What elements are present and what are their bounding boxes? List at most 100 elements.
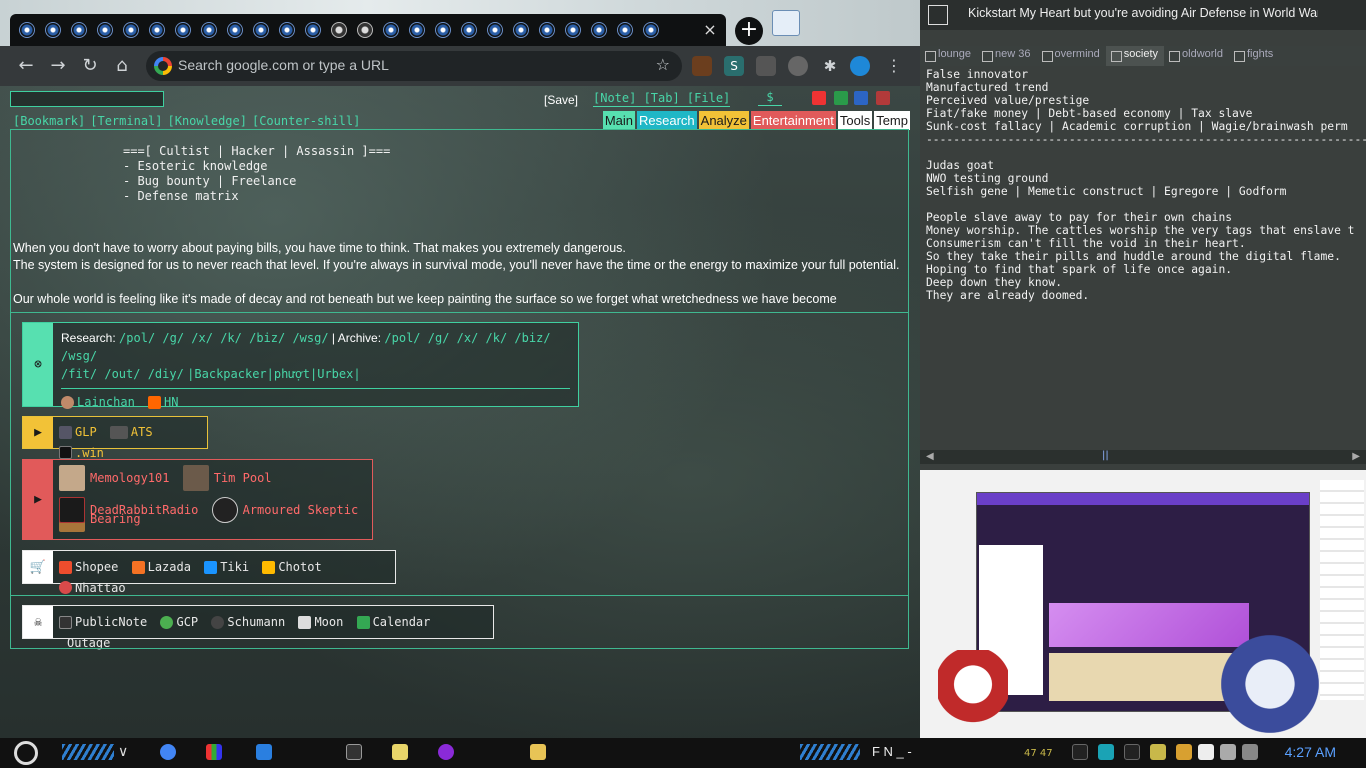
wordpress-icon[interactable] bbox=[854, 91, 868, 105]
tab-overmind[interactable]: overmind bbox=[1037, 46, 1106, 66]
tray-app-icon[interactable] bbox=[1124, 744, 1140, 760]
address-bar[interactable]: Search google.com or type a URL ☆ bbox=[146, 51, 682, 81]
pinned-tab[interactable] bbox=[508, 14, 534, 46]
pinned-tab[interactable] bbox=[40, 14, 66, 46]
lainchan-link[interactable]: Lainchan bbox=[61, 393, 135, 411]
shield-taskbar-icon[interactable] bbox=[256, 744, 272, 760]
pinned-tab[interactable] bbox=[482, 14, 508, 46]
ats-link[interactable]: ATS bbox=[109, 423, 153, 441]
extension-icon[interactable] bbox=[788, 56, 808, 76]
site-links[interactable]: |Backpacker|phượt|Urbex| bbox=[187, 367, 360, 381]
horizontal-scrollbar[interactable]: ◀ || ▶ bbox=[920, 450, 1366, 464]
pinned-tab[interactable] bbox=[534, 14, 560, 46]
ublock-icon[interactable] bbox=[756, 56, 776, 76]
tray-app-icon[interactable] bbox=[1150, 744, 1166, 760]
archive-board-links-extra[interactable]: /fit/ /out/ /diy/ bbox=[61, 367, 184, 381]
scroll-left-icon[interactable]: ◀ bbox=[926, 451, 934, 462]
lazada-link[interactable]: Lazada bbox=[131, 558, 191, 576]
pinned-tab[interactable] bbox=[92, 14, 118, 46]
menu-kebab-icon[interactable]: ⋮ bbox=[884, 56, 904, 76]
moon-link[interactable]: Moon bbox=[298, 613, 343, 631]
pinned-tab[interactable] bbox=[300, 14, 326, 46]
tab-fights[interactable]: fights bbox=[1229, 46, 1279, 66]
clock[interactable]: 4:27 AM bbox=[1285, 744, 1336, 760]
pinned-tab[interactable] bbox=[222, 14, 248, 46]
terminal-link[interactable]: [Terminal] bbox=[90, 114, 162, 128]
pinned-tab[interactable] bbox=[248, 14, 274, 46]
tab-lounge[interactable]: lounge bbox=[920, 46, 977, 66]
tab-analyze[interactable]: Analyze bbox=[698, 111, 749, 130]
volume-icon[interactable] bbox=[1220, 744, 1236, 760]
note-tab-file-links[interactable]: [Note] [Tab] [File] bbox=[593, 91, 731, 107]
pinned-tab[interactable] bbox=[586, 14, 612, 46]
tab-main[interactable]: Main bbox=[602, 111, 636, 130]
tim-pool-link[interactable]: Tim Pool bbox=[182, 462, 272, 494]
tab-new-36[interactable]: new 36 bbox=[977, 46, 1036, 66]
notes-taskbar-icon[interactable] bbox=[392, 744, 408, 760]
app-taskbar-icon[interactable] bbox=[206, 744, 222, 760]
grid-icon[interactable] bbox=[834, 91, 848, 105]
publicnote-link[interactable]: PublicNote bbox=[59, 613, 147, 631]
pinned-tab[interactable] bbox=[638, 14, 664, 46]
pinned-tab[interactable] bbox=[378, 14, 404, 46]
nhattao-link[interactable]: Nhattao bbox=[59, 579, 126, 597]
pinned-tab[interactable] bbox=[560, 14, 586, 46]
puzzle-extensions-icon[interactable]: ✱ bbox=[820, 56, 840, 76]
back-arrow-icon[interactable]: ← bbox=[14, 54, 38, 78]
pinned-tab[interactable] bbox=[456, 14, 482, 46]
hn-link[interactable]: HN bbox=[148, 393, 178, 411]
counter-shill-link[interactable]: [Counter-shill] bbox=[252, 114, 360, 128]
pinned-tab[interactable] bbox=[404, 14, 430, 46]
tab-temp[interactable]: Temp bbox=[874, 111, 910, 130]
cookie-extension-icon[interactable] bbox=[692, 56, 712, 76]
media-player-taskbar-icon[interactable] bbox=[438, 744, 454, 760]
network-icon[interactable] bbox=[1242, 744, 1258, 760]
shopee-link[interactable]: Shopee bbox=[59, 558, 118, 576]
terminal-taskbar-icon[interactable] bbox=[346, 744, 362, 760]
scroll-thumb[interactable]: || bbox=[1102, 450, 1109, 461]
youtube-icon[interactable] bbox=[812, 91, 826, 105]
armoured-skeptic-link[interactable]: Armoured Skeptic bbox=[211, 494, 358, 526]
profile-avatar[interactable] bbox=[850, 56, 870, 76]
tab-entertainment[interactable]: Entertainment bbox=[750, 111, 836, 130]
netflix-icon[interactable] bbox=[876, 91, 890, 105]
notes-text[interactable]: False innovator Manufactured trend Perce… bbox=[926, 68, 1366, 302]
save-link[interactable]: [Save] bbox=[544, 93, 578, 107]
folder-taskbar-icon[interactable] bbox=[530, 744, 546, 760]
calendar-link[interactable]: Calendar bbox=[356, 613, 430, 631]
pinned-tab[interactable] bbox=[326, 14, 352, 46]
pinned-tab[interactable] bbox=[118, 14, 144, 46]
tiki-link[interactable]: Tiki bbox=[204, 558, 249, 576]
s-extension-icon[interactable]: S bbox=[724, 56, 744, 76]
close-tab-icon[interactable]: × bbox=[700, 20, 720, 40]
reload-icon[interactable]: ↻ bbox=[78, 54, 102, 78]
chevron-icon[interactable]: ∨ bbox=[118, 744, 134, 760]
home-icon[interactable]: ⌂ bbox=[110, 54, 134, 78]
tray-app-icon[interactable] bbox=[1198, 744, 1214, 760]
dollar-button[interactable]: $ bbox=[758, 90, 782, 106]
pinned-tab[interactable] bbox=[274, 14, 300, 46]
tab-tools[interactable]: Tools bbox=[837, 111, 873, 130]
chrome-taskbar-icon[interactable] bbox=[160, 744, 176, 760]
tray-app-icon[interactable] bbox=[1098, 744, 1114, 760]
research-board-links[interactable]: /pol/ /g/ /x/ /k/ /biz/ /wsg/ bbox=[119, 331, 329, 345]
pinned-tab[interactable] bbox=[14, 14, 40, 46]
tab-society[interactable]: society bbox=[1105, 46, 1165, 66]
memology101-link[interactable]: Memology101 bbox=[59, 462, 169, 494]
pinned-tab[interactable] bbox=[170, 14, 196, 46]
pinned-tab[interactable] bbox=[612, 14, 638, 46]
gcp-link[interactable]: GCP bbox=[160, 613, 198, 631]
chotot-link[interactable]: Chotot bbox=[262, 558, 322, 576]
knowledge-link[interactable]: [Knowledge] bbox=[168, 114, 247, 128]
schumann-link[interactable]: Schumann bbox=[211, 613, 285, 631]
pinned-tab[interactable] bbox=[196, 14, 222, 46]
start-button-icon[interactable] bbox=[14, 741, 38, 765]
scroll-right-icon[interactable]: ▶ bbox=[1352, 451, 1360, 462]
tab-research[interactable]: Research bbox=[637, 111, 697, 130]
new-tab-button[interactable]: + bbox=[735, 17, 763, 45]
pinned-tab[interactable] bbox=[352, 14, 378, 46]
tray-app-icon[interactable] bbox=[1176, 744, 1192, 760]
tab-oldworld[interactable]: oldworld bbox=[1164, 46, 1229, 66]
pinned-tab[interactable] bbox=[430, 14, 456, 46]
bookmark-star-icon[interactable]: ☆ bbox=[656, 55, 670, 74]
